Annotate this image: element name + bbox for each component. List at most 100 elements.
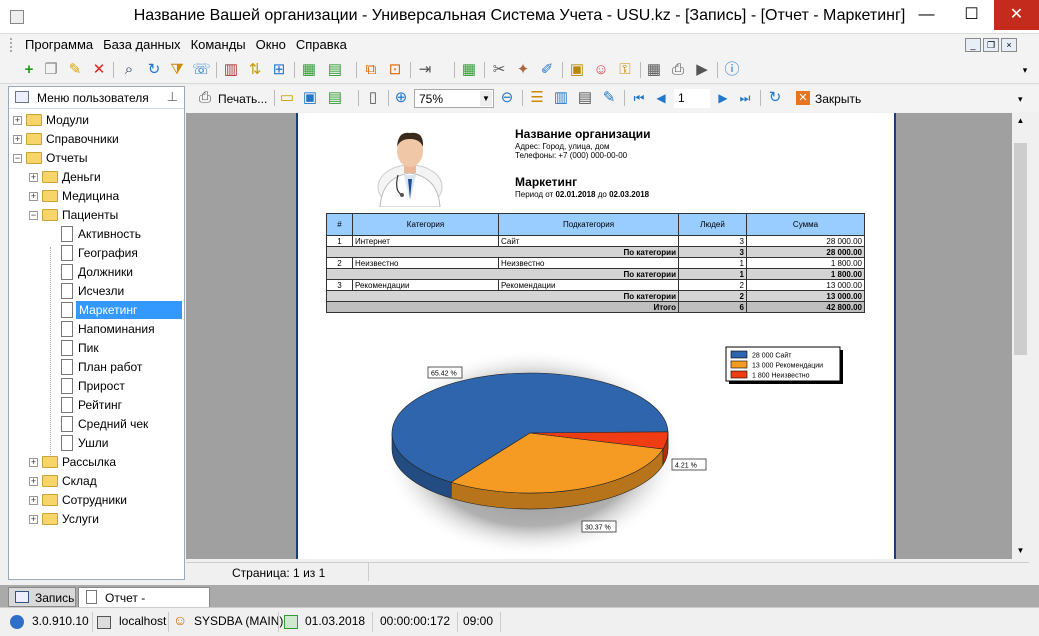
vertical-scrollbar[interactable]: ▲ ▼ [1012,113,1029,559]
last-page-icon[interactable]: ⏭ [736,89,754,107]
tree-item[interactable]: + Рассылка [9,453,182,472]
group-icon[interactable]: ⊞ [270,61,288,79]
expand-icon[interactable]: + [13,135,22,144]
tree-item[interactable]: Напоминания [9,320,182,339]
page-setup-icon[interactable]: ▯ [364,89,382,107]
zoom-select[interactable]: 75% ▼ [414,89,494,108]
expand-icon[interactable]: + [29,173,38,182]
reload-icon[interactable]: ↻ [766,89,784,107]
expand-icon[interactable]: + [29,515,38,524]
play-icon[interactable]: ▶ [693,61,711,79]
users-icon[interactable]: ☺ [592,61,610,79]
gift-icon[interactable]: ▥ [222,61,240,79]
table-icon[interactable]: ▦ [645,61,663,79]
notes-icon[interactable]: ✐ [538,61,556,79]
collapse-icon[interactable]: − [13,154,22,163]
expand-icon[interactable]: + [29,192,38,201]
search-icon[interactable]: ⌕ [120,61,138,79]
edit-icon[interactable]: ✎ [66,61,84,79]
add-icon[interactable]: + [20,61,38,79]
report-toolbar-overflow-icon[interactable]: ▾ [1018,94,1023,105]
print-button[interactable]: Печать... [218,92,267,106]
close-report-icon[interactable]: ✕ [796,91,810,105]
tree-item[interactable]: + Справочники [9,130,182,149]
edit-page-icon[interactable]: ✎ [600,89,618,107]
tools-icon[interactable]: ✂ [490,61,508,79]
tree-item[interactable]: + Услуги [9,510,182,529]
tree-item[interactable]: − Пациенты [9,206,182,225]
chevron-down-icon[interactable]: ▼ [480,91,492,106]
menu-help[interactable]: Справка [291,34,352,55]
tab-report-marketing[interactable]: Отчет - Маркетинг [78,587,210,619]
wand-icon[interactable]: ✦ [514,61,532,79]
tree-item[interactable]: География [9,244,182,263]
maximize-button[interactable]: ☐ [949,0,994,30]
tree-item[interactable]: Исчезли [9,282,182,301]
collapse-icon[interactable]: − [29,211,38,220]
delete-icon[interactable]: ✕ [90,61,108,79]
menu-commands[interactable]: Команды [186,34,251,55]
window-icon[interactable]: ⊡ [386,61,404,79]
new-window-icon[interactable]: ⧉ [362,61,380,79]
minimize-button[interactable]: — [904,0,949,30]
tree-item[interactable]: Должники [9,263,182,282]
page-number-input[interactable]: 1 [674,89,710,108]
tree-item[interactable]: Маркетинг [9,301,182,320]
tree-item[interactable]: + Склад [9,472,182,491]
tree-item[interactable]: Средний чек [9,415,182,434]
expand-icon[interactable]: + [29,458,38,467]
sort-icon[interactable]: ⇅ [246,61,264,79]
close-button[interactable]: ✕ [994,0,1039,30]
close-report-button[interactable]: Закрыть [815,92,861,106]
tree-item[interactable]: План работ [9,358,182,377]
tree-item[interactable]: + Модули [9,111,182,130]
menu-database[interactable]: База данных [98,34,185,55]
mdi-restore-button[interactable]: ❐ [983,38,999,52]
export-icon[interactable]: ▦ [300,61,318,79]
tree-item[interactable]: Прирост [9,377,182,396]
comment-icon[interactable]: ☏ [192,61,211,79]
key-icon[interactable]: ⚿ [616,61,634,79]
thumbnails-icon[interactable]: ▥ [552,89,570,107]
expand-icon[interactable]: + [29,496,38,505]
tree-item[interactable]: − Отчеты [9,149,182,168]
filter-icon[interactable]: ⧩ [168,61,186,79]
open-icon[interactable]: ▭ [278,89,296,107]
menu-program[interactable]: Программа [20,34,98,55]
expand-icon[interactable]: + [29,477,38,486]
refresh-icon[interactable]: ↻ [145,61,163,79]
scroll-down-icon[interactable]: ▼ [1012,543,1029,559]
tree-item[interactable]: + Медицина [9,187,182,206]
tree-item[interactable]: Активность [9,225,182,244]
export-icon[interactable]: ▤ [326,89,344,107]
zoom-out-icon[interactable]: ⊖ [498,89,516,107]
toolbar-overflow-icon[interactable]: ▾ [1016,61,1034,79]
calendar-icon[interactable]: ▦ [460,61,478,79]
outline-icon[interactable]: ☰ [528,89,546,107]
tree-item[interactable]: Ушли [9,434,182,453]
zoom-in-icon[interactable]: ⊕ [392,89,410,107]
copy-icon[interactable]: ❐ [42,61,60,79]
find-icon[interactable]: ▤ [576,89,594,107]
import-icon[interactable]: ▤ [326,61,344,79]
mdi-minimize-button[interactable]: _ [965,38,981,52]
scroll-up-icon[interactable]: ▲ [1012,113,1029,129]
mdi-close-button[interactable]: × [1001,38,1017,52]
tab-zapis[interactable]: Запись [8,587,76,607]
first-page-icon[interactable]: ⏮ [630,89,648,107]
print-icon[interactable]: ⎙ [669,61,687,79]
menu-window[interactable]: Окно [251,34,291,55]
exit-icon[interactable]: ⇥ [416,61,434,79]
expand-icon[interactable]: + [13,116,22,125]
print-icon[interactable]: ⎙ [196,89,214,107]
save-icon[interactable]: ▣ [301,89,319,107]
next-page-icon[interactable]: ▶ [714,89,732,107]
lock-icon[interactable]: ▣ [568,61,586,79]
info-icon[interactable]: ⓘ [723,61,741,79]
scroll-thumb[interactable] [1014,143,1027,355]
tree-item[interactable]: Пик [9,339,182,358]
tree-item[interactable]: + Сотрудники [9,491,182,510]
tree-item[interactable]: Рейтинг [9,396,182,415]
tree-item[interactable]: + Деньги [9,168,182,187]
prev-page-icon[interactable]: ◀ [652,89,670,107]
